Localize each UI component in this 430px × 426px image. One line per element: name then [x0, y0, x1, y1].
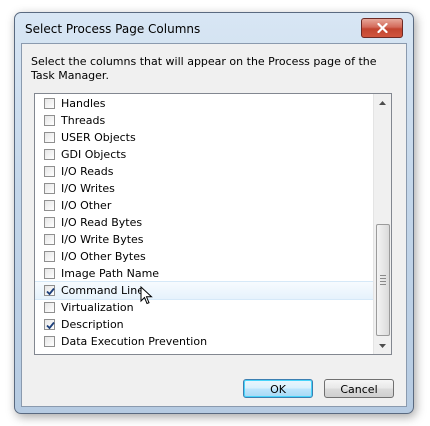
- column-label: Command Line: [61, 284, 144, 297]
- dialog-window: Select Process Page Columns Select the c…: [14, 12, 414, 414]
- list-item[interactable]: I/O Other Bytes: [35, 248, 373, 265]
- column-checkbox[interactable]: [44, 115, 55, 126]
- list-item[interactable]: USER Objects: [35, 129, 373, 146]
- list-item[interactable]: Description: [35, 316, 373, 333]
- list-item[interactable]: Data Execution Prevention: [35, 333, 373, 350]
- checkmark-icon: [46, 321, 55, 330]
- columns-list[interactable]: Handles Threads USER Objects GDI Objects I/O…: [34, 93, 392, 355]
- column-checkbox[interactable]: [44, 98, 55, 109]
- column-label: USER Objects: [61, 131, 136, 144]
- list-item[interactable]: Command Line: [35, 281, 374, 300]
- list-item[interactable]: I/O Reads: [35, 163, 373, 180]
- scroll-up-button[interactable]: [374, 94, 391, 111]
- column-checkbox[interactable]: [44, 268, 55, 279]
- column-checkbox[interactable]: [44, 132, 55, 143]
- list-item[interactable]: I/O Writes: [35, 180, 373, 197]
- list-item[interactable]: Image Path Name: [35, 265, 373, 282]
- columns-items: Handles Threads USER Objects GDI Objects I/O…: [35, 95, 374, 350]
- mouse-cursor-icon: [140, 286, 153, 305]
- column-label: I/O Reads: [61, 165, 114, 178]
- scroll-thumb[interactable]: [376, 224, 390, 336]
- column-checkbox[interactable]: [44, 200, 55, 211]
- list-item[interactable]: GDI Objects: [35, 146, 373, 163]
- scroll-down-button[interactable]: [374, 337, 391, 354]
- column-checkbox[interactable]: [44, 302, 55, 313]
- list-item[interactable]: I/O Read Bytes: [35, 214, 373, 231]
- list-item[interactable]: Handles: [35, 95, 373, 112]
- column-label: I/O Write Bytes: [61, 233, 144, 246]
- arrow-down-icon: [379, 343, 386, 348]
- instruction-text: Select the columns that will appear on t…: [31, 55, 377, 82]
- grip-icon: [380, 275, 386, 287]
- column-checkbox[interactable]: [44, 319, 55, 330]
- column-checkbox[interactable]: [44, 149, 55, 160]
- column-checkbox[interactable]: [44, 234, 55, 245]
- window-title: Select Process Page Columns: [25, 22, 201, 36]
- checkmark-icon: [46, 287, 55, 296]
- column-checkbox[interactable]: [44, 183, 55, 194]
- vertical-scrollbar[interactable]: [373, 94, 391, 354]
- column-label: GDI Objects: [61, 148, 127, 161]
- column-label: Description: [61, 318, 124, 331]
- title-bar[interactable]: Select Process Page Columns: [15, 13, 413, 43]
- list-item[interactable]: Virtualization: [35, 299, 373, 316]
- column-checkbox[interactable]: [44, 166, 55, 177]
- column-label: I/O Read Bytes: [61, 216, 143, 229]
- column-checkbox[interactable]: [44, 336, 55, 347]
- dialog-body: Select the columns that will appear on t…: [21, 43, 407, 407]
- column-label: I/O Other: [61, 199, 112, 212]
- column-label: Threads: [61, 114, 106, 127]
- column-label: I/O Other Bytes: [61, 250, 146, 263]
- cancel-button[interactable]: Cancel: [324, 379, 394, 398]
- list-item[interactable]: Threads: [35, 112, 373, 129]
- close-button[interactable]: [361, 18, 403, 38]
- column-label: Data Execution Prevention: [61, 335, 208, 348]
- list-item[interactable]: I/O Write Bytes: [35, 231, 373, 248]
- column-label: I/O Writes: [61, 182, 115, 195]
- arrow-up-icon: [379, 100, 386, 105]
- ok-button[interactable]: OK: [243, 379, 313, 398]
- column-checkbox[interactable]: [44, 217, 55, 228]
- column-label: Handles: [61, 97, 106, 110]
- column-label: Virtualization: [61, 301, 134, 314]
- column-checkbox[interactable]: [44, 285, 55, 296]
- close-icon: [376, 23, 388, 33]
- column-checkbox[interactable]: [44, 251, 55, 262]
- list-item[interactable]: I/O Other: [35, 197, 373, 214]
- column-label: Image Path Name: [61, 267, 160, 280]
